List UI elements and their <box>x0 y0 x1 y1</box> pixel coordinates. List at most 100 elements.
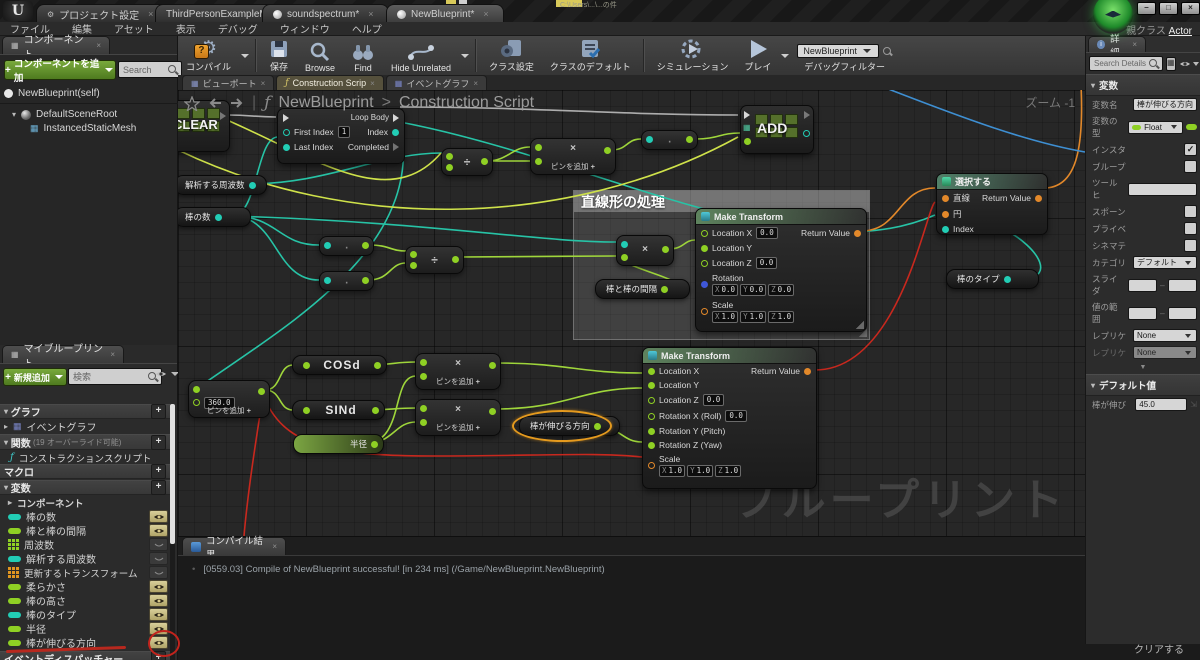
history-forward-icon[interactable] <box>230 97 244 109</box>
property-matrix-button[interactable]: ▦ <box>1166 56 1176 71</box>
compile-log-entry[interactable]: • [0559.03] Compile of NewBlueprint succ… <box>192 564 605 575</box>
add-component-button[interactable]: + コンポーネントを追加 <box>4 59 116 84</box>
node-multiply-addpin[interactable]: × ピンを追加 + <box>530 138 616 175</box>
compile-options-caret[interactable] <box>241 53 250 58</box>
node-multiply[interactable]: × <box>616 235 674 266</box>
eye-toggle[interactable] <box>149 524 168 537</box>
variable-row[interactable]: 棒のタイプ <box>0 608 170 622</box>
node-make-transform-2[interactable]: Make Transform Location X Return Value L… <box>642 347 817 489</box>
node-sind[interactable]: SINd <box>292 400 385 420</box>
close-icon[interactable]: × <box>370 79 375 88</box>
output-pin[interactable] <box>374 361 381 369</box>
variable-row[interactable]: 周波数 <box>0 538 170 552</box>
close-icon[interactable]: × <box>272 542 277 551</box>
menu-help[interactable]: ヘルプ <box>352 21 382 36</box>
tab-compile-results[interactable]: コンパイル結果 × <box>182 536 286 561</box>
node-multiply-addpin[interactable]: × ピンを追加 + <box>415 353 501 390</box>
graphs-header[interactable]: ▾ グラフ + <box>0 404 170 419</box>
location-z-pin[interactable] <box>648 396 655 404</box>
cinematic-checkbox[interactable] <box>1184 239 1197 252</box>
replication-dropdown[interactable]: None <box>1133 329 1197 342</box>
play-button[interactable]: プレイ <box>736 36 779 75</box>
option-line-pin[interactable] <box>942 194 949 202</box>
output-pin[interactable] <box>362 277 369 284</box>
output-pin[interactable] <box>248 181 256 189</box>
node-multiply-360[interactable]: 360.0 ピンを追加 + <box>188 380 270 418</box>
menu-asset[interactable]: アセット <box>114 21 154 36</box>
output-pin[interactable] <box>686 136 693 143</box>
output-pin[interactable] <box>452 256 459 263</box>
variable-row[interactable]: 半径 <box>0 622 170 636</box>
details-search-input[interactable]: Search Details <box>1089 56 1163 71</box>
eye-toggle[interactable] <box>149 566 168 579</box>
return-value-pin[interactable] <box>804 367 811 375</box>
range-max-input[interactable] <box>1167 306 1197 320</box>
window-tab-newblueprint[interactable]: NewBlueprint* × <box>386 4 504 23</box>
array-toggle[interactable] <box>1186 124 1197 130</box>
node-multiply-addpin[interactable]: × ピンを追加 + <box>415 399 501 436</box>
index-pin[interactable] <box>392 128 399 136</box>
save-button[interactable]: 保存 <box>261 36 297 75</box>
output-pin[interactable] <box>214 213 222 221</box>
output-pin[interactable] <box>258 388 265 395</box>
eye-toggle[interactable] <box>149 608 168 621</box>
tab-event-graph[interactable]: ▦ イベントグラフ × <box>385 75 488 90</box>
default-value-input[interactable]: 45.0 <box>1135 398 1188 411</box>
simulation-button[interactable]: シミュレーション <box>649 36 737 75</box>
menu-view[interactable]: 表示 <box>176 21 196 36</box>
replication-condition-dropdown[interactable]: None <box>1133 346 1197 359</box>
close-icon[interactable]: × <box>483 9 488 19</box>
dispatchers-header[interactable]: イベントディスパッチャー + <box>0 651 170 660</box>
scrollbar[interactable] <box>170 404 175 660</box>
expand-arrows-icon[interactable]: ⇲ <box>1190 400 1197 409</box>
tab-construction-script[interactable]: ƒ Construction Scrip × <box>276 75 384 90</box>
history-back-icon[interactable] <box>208 97 222 109</box>
close-icon[interactable]: × <box>148 9 153 19</box>
close-icon[interactable]: × <box>473 79 478 88</box>
add-variable-button[interactable]: + <box>151 480 166 495</box>
add-new-button[interactable]: + 新規追加 <box>3 368 67 386</box>
scale-pin[interactable] <box>648 462 655 469</box>
node-divide[interactable]: ÷ <box>441 148 493 176</box>
tab-details[interactable]: i 詳細 × <box>1088 34 1146 59</box>
exec-in-pin[interactable] <box>744 111 750 119</box>
output-pin[interactable] <box>481 158 488 165</box>
tab-viewport[interactable]: ▦ ビューポート × <box>182 75 275 90</box>
output-pin[interactable] <box>362 242 369 249</box>
variable-name-input[interactable]: 棒が伸びる方向 <box>1133 98 1197 111</box>
input-pin[interactable] <box>324 242 331 249</box>
tooltip-input[interactable] <box>1128 182 1197 196</box>
class-defaults-button[interactable]: クラスのデフォルト <box>542 36 639 75</box>
component-row-scene-root[interactable]: ▾ DefaultSceneRoot <box>8 108 184 121</box>
input-pin[interactable] <box>303 406 310 414</box>
node-conversion[interactable]: · <box>319 271 374 291</box>
component-row-instanced-mesh[interactable]: ▦ InstancedStaticMesh <box>26 122 184 135</box>
tab-components[interactable]: ▦ コンポーネント × <box>2 35 110 61</box>
exec-out-pin[interactable] <box>220 112 226 120</box>
output-pin[interactable] <box>661 285 669 293</box>
menu-window[interactable]: ウィンドウ <box>280 21 330 36</box>
node-select[interactable]: 選択する 直線 Return Value 円 Index <box>936 173 1048 235</box>
add-macro-button[interactable]: + <box>151 464 166 479</box>
components-group-row[interactable]: ▸ コンポーネント <box>0 496 170 510</box>
close-button[interactable]: × <box>1181 2 1200 15</box>
variable-row[interactable]: 柔らかさ <box>0 580 170 594</box>
option-circle-pin[interactable] <box>942 210 949 218</box>
hide-unrelated-button[interactable]: Hide Unrelated <box>383 36 459 75</box>
close-icon[interactable]: × <box>368 9 373 19</box>
rotation-pitch-pin[interactable] <box>648 427 655 435</box>
output-pin[interactable] <box>803 130 810 137</box>
node-divide[interactable]: ÷ <box>405 246 464 274</box>
location-y-pin[interactable] <box>701 244 708 252</box>
close-icon[interactable]: × <box>261 79 266 88</box>
first-index-pin[interactable] <box>283 128 290 136</box>
resize-handle[interactable] <box>856 321 864 329</box>
input-pin[interactable] <box>646 136 653 143</box>
input-pin[interactable] <box>193 386 200 393</box>
output-pin[interactable] <box>662 246 669 253</box>
components-search-input[interactable]: Search <box>118 61 182 78</box>
variable-row[interactable]: 更新するトランスフォーム <box>0 566 170 580</box>
return-value-pin[interactable] <box>1035 194 1042 202</box>
variable-row[interactable]: 解析する周波数 <box>0 552 170 566</box>
slider-min-input[interactable] <box>1127 278 1157 292</box>
